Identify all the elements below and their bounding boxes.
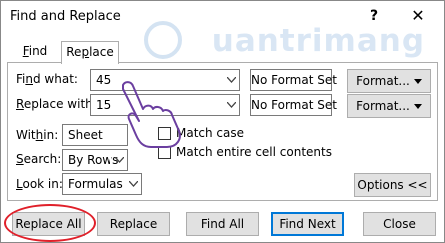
chevron-down-icon [413,104,422,109]
find-next-button[interactable]: Find Next [271,212,344,236]
replace-with-dropdown-icon[interactable] [222,95,239,115]
find-all-button[interactable]: Find All [186,212,259,236]
chevron-down-icon [413,79,422,84]
find-what-label: Find what: [16,72,78,86]
match-entire-label: Match entire cell contents [176,145,332,159]
find-replace-dialog: Find and Replace ? ✕ uantrimang Find Rep… [0,0,445,243]
search-dropdown-icon[interactable] [110,150,127,170]
look-in-value: Formulas [68,177,123,191]
options-button[interactable]: Options << [354,173,431,197]
replace-format-status: No Format Set [250,94,337,116]
window-title: Find and Replace [10,9,121,24]
tab-find[interactable]: Find [15,41,55,63]
replace-panel: Find what: 45 No Format Set Format... Re… [7,62,438,201]
look-in-dropdown-icon[interactable] [124,174,141,194]
within-label: Within: [16,128,59,142]
replace-with-value: 15 [96,98,112,112]
within-value: Sheet [68,128,103,142]
replace-format-button[interactable]: Format... [347,94,431,118]
pointing-hand-icon [122,81,181,148]
find-format-button[interactable]: Format... [347,69,431,93]
find-format-label: Format... [356,74,410,88]
highlight-circle [4,204,96,242]
tab-replace-label: Replace [66,45,114,59]
replace-button[interactable]: Replace [97,212,170,236]
find-what-dropdown-icon[interactable] [222,70,239,90]
find-format-status: No Format Set [250,69,337,91]
tab-replace[interactable]: Replace [61,41,119,64]
search-label: Search: [16,152,62,166]
tab-find-label: Find [22,44,48,58]
look-in-label: Look in: [16,177,63,191]
replace-with-label: Replace with: [16,97,97,111]
look-in-select[interactable]: Formulas [62,173,142,195]
close-button[interactable]: Close [363,212,436,236]
replace-format-label: Format... [356,99,410,113]
search-select[interactable]: By Rows [62,149,128,171]
watermark-text: uantrimang [211,23,426,59]
find-what-value: 45 [96,73,112,87]
